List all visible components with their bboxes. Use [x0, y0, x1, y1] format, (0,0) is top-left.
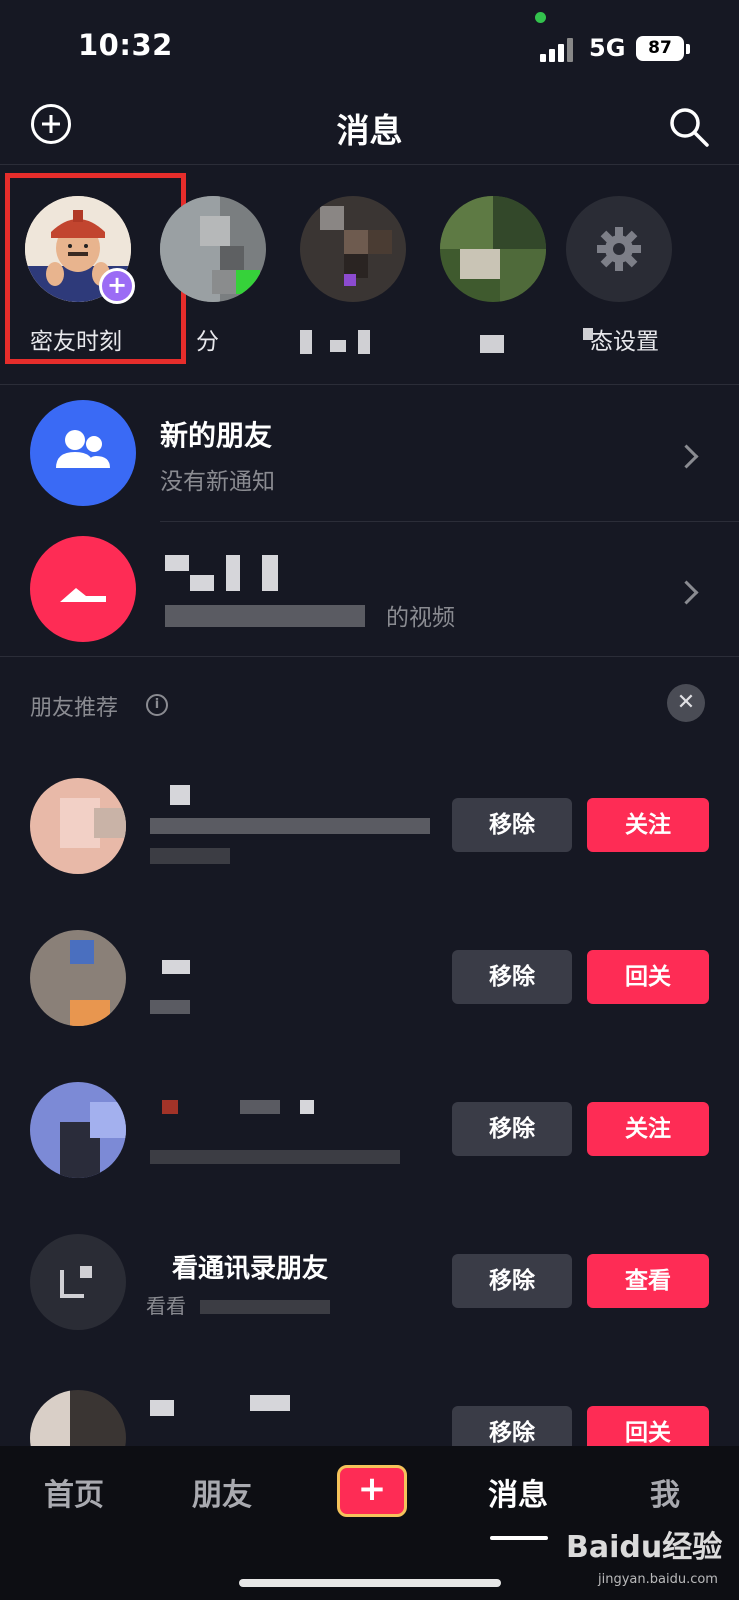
- story-avatar-4[interactable]: [440, 196, 546, 302]
- interaction-avatar[interactable]: [30, 536, 136, 642]
- annotation-highlight-box: [5, 173, 186, 364]
- notifications-divider: [0, 656, 739, 657]
- nav-friends[interactable]: 朋友: [192, 1470, 252, 1514]
- nav-home[interactable]: 首页: [44, 1470, 104, 1514]
- notification-icon: [60, 588, 106, 602]
- watermark-url: jingyan.baidu.com: [598, 1572, 718, 1587]
- story-label-settings: 态设置: [590, 329, 659, 355]
- story-avatar-3[interactable]: [300, 196, 406, 302]
- battery-level: 87: [636, 36, 684, 61]
- create-button[interactable]: +: [337, 1465, 407, 1517]
- home-indicator[interactable]: [239, 1579, 501, 1587]
- nav-active-indicator: [490, 1536, 548, 1540]
- story-label-2: 分: [196, 329, 219, 355]
- nav-messages[interactable]: 消息: [488, 1470, 548, 1514]
- contacts-avatar[interactable]: [30, 1234, 126, 1330]
- watermark-logo: Baidu经验: [566, 1530, 723, 1565]
- battery-tip-icon: [686, 44, 690, 54]
- new-friends-avatar[interactable]: [30, 400, 136, 506]
- friends-icon: [56, 430, 110, 468]
- recommendation-avatar[interactable]: [30, 1082, 126, 1178]
- status-time: 10:32: [78, 28, 173, 62]
- remove-button-4[interactable]: 移除: [452, 1254, 572, 1308]
- contacts-title[interactable]: 看通讯录朋友: [172, 1248, 328, 1285]
- new-friends-subtitle: 没有新通知: [160, 469, 275, 495]
- gear-icon: [597, 227, 641, 271]
- remove-button-3[interactable]: 移除: [452, 1102, 572, 1156]
- interaction-subtitle: 的视频: [386, 605, 455, 631]
- page-title: 消息: [336, 111, 403, 150]
- remove-button-2[interactable]: 移除: [452, 950, 572, 1004]
- recommendation-avatar[interactable]: [30, 930, 126, 1026]
- stories-divider: [0, 384, 739, 385]
- search-icon[interactable]: [668, 106, 710, 148]
- follow-button-3[interactable]: 关注: [587, 1102, 709, 1156]
- follow-button-1[interactable]: 关注: [587, 798, 709, 852]
- remove-button-1[interactable]: 移除: [452, 798, 572, 852]
- recommendation-avatar[interactable]: [30, 778, 126, 874]
- recommendations-title: 朋友推荐: [30, 696, 119, 721]
- row-divider: [160, 521, 739, 522]
- chevron-right-icon[interactable]: [674, 444, 699, 469]
- info-icon[interactable]: i: [146, 694, 168, 716]
- privacy-indicator-dot: [535, 12, 546, 23]
- contacts-subtitle: 看看: [146, 1294, 186, 1318]
- view-button-4[interactable]: 查看: [587, 1254, 709, 1308]
- cellular-signal-icon: [540, 38, 576, 62]
- header-divider: [0, 164, 739, 165]
- close-recommendations-button[interactable]: ✕: [667, 684, 705, 722]
- contacts-icon: [60, 1266, 92, 1298]
- chevron-right-icon-2[interactable]: [674, 580, 699, 605]
- nav-me[interactable]: 我: [650, 1470, 680, 1514]
- network-type: 5G: [589, 34, 626, 62]
- story-settings[interactable]: [566, 196, 672, 302]
- new-friends-title[interactable]: 新的朋友: [160, 414, 272, 454]
- story-avatar-2[interactable]: [160, 196, 266, 302]
- follow-back-button-2[interactable]: 回关: [587, 950, 709, 1004]
